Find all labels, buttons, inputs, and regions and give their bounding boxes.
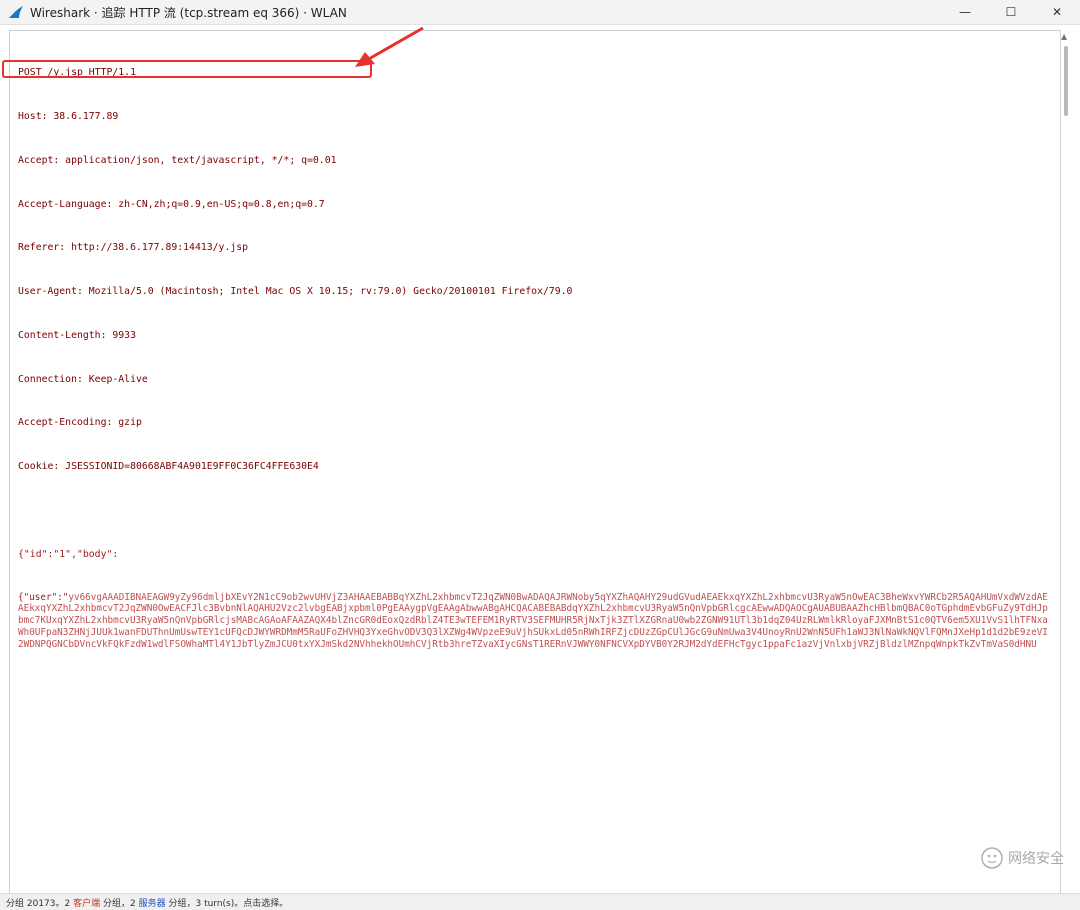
body-start: {"id":"1","body": (18, 548, 119, 560)
cookie-header: Cookie: JSESSIONID=80668ABF4A901E9FF0C36… (18, 461, 319, 473)
accept-header: Accept: application/json, text/javascrip… (18, 154, 337, 166)
watermark-text: 网络安全 (1008, 851, 1064, 867)
accept-encoding-header: Accept-Encoding: gzip (18, 417, 142, 429)
user-agent-header: User-Agent: Mozilla/5.0 (Macintosh; Inte… (18, 286, 573, 298)
vertical-scrollbar[interactable]: ▲ (1060, 32, 1072, 890)
minimize-button[interactable]: — (942, 0, 988, 24)
accept-header-highlight (2, 60, 372, 78)
wireshark-fin-icon (9, 6, 23, 18)
client-packets-label: 客户端 (73, 898, 101, 909)
connection-header: Connection: Keep-Alive (18, 373, 148, 385)
maximize-button[interactable]: ☐ (988, 0, 1034, 24)
wechat-logo-icon (981, 847, 1003, 869)
server-packets-label: 服务器 (138, 898, 166, 909)
title-bar: Wireshark · 追踪 HTTP 流 (tcp.stream eq 366… (0, 0, 1080, 25)
accept-language-header: Accept-Language: zh-CN,zh;q=0.9,en-US;q=… (18, 198, 325, 210)
stream-text: POST /y.jsp HTTP/1.1 Host: 38.6.177.89 A… (10, 31, 1060, 680)
host-header: Host: 38.6.177.89 (18, 110, 119, 122)
status-suffix: 分组，3 turn(s)。点击选择。 (168, 898, 289, 909)
scroll-up-arrow-icon[interactable]: ▲ (1061, 32, 1067, 41)
scroll-thumb[interactable] (1064, 46, 1068, 116)
watermark: 网络安全 (980, 846, 1064, 870)
referer-header: Referer: http://38.6.177.89:14413/y.jsp (18, 242, 249, 254)
window-controls: — ☐ ✕ (942, 0, 1080, 24)
content-length-header: Content-Length: 9933 (18, 329, 136, 341)
status-middle: 分组，2 (102, 898, 136, 909)
annotation-arrow-icon (355, 26, 424, 67)
close-button[interactable]: ✕ (1034, 0, 1080, 24)
payload-text: {"user":"yv66vgAAADIBNAEAGW9yZy96dmljbXE… (18, 592, 1060, 652)
payload-prefix: {"user":" (18, 591, 69, 603)
status-bar: 分组 20173。2 客户端 分组，2 服务器 分组，3 turn(s)。点击选… (0, 893, 1080, 910)
status-prefix: 分组 20173。2 (6, 898, 71, 909)
payload-base64: yv66vgAAADIBNAEAGW9yZy96dmljbXEvY2N1cC9o… (18, 591, 1048, 651)
window-title: Wireshark · 追踪 HTTP 流 (tcp.stream eq 366… (30, 5, 347, 20)
stream-text-area[interactable]: POST /y.jsp HTTP/1.1 Host: 38.6.177.89 A… (9, 30, 1061, 894)
